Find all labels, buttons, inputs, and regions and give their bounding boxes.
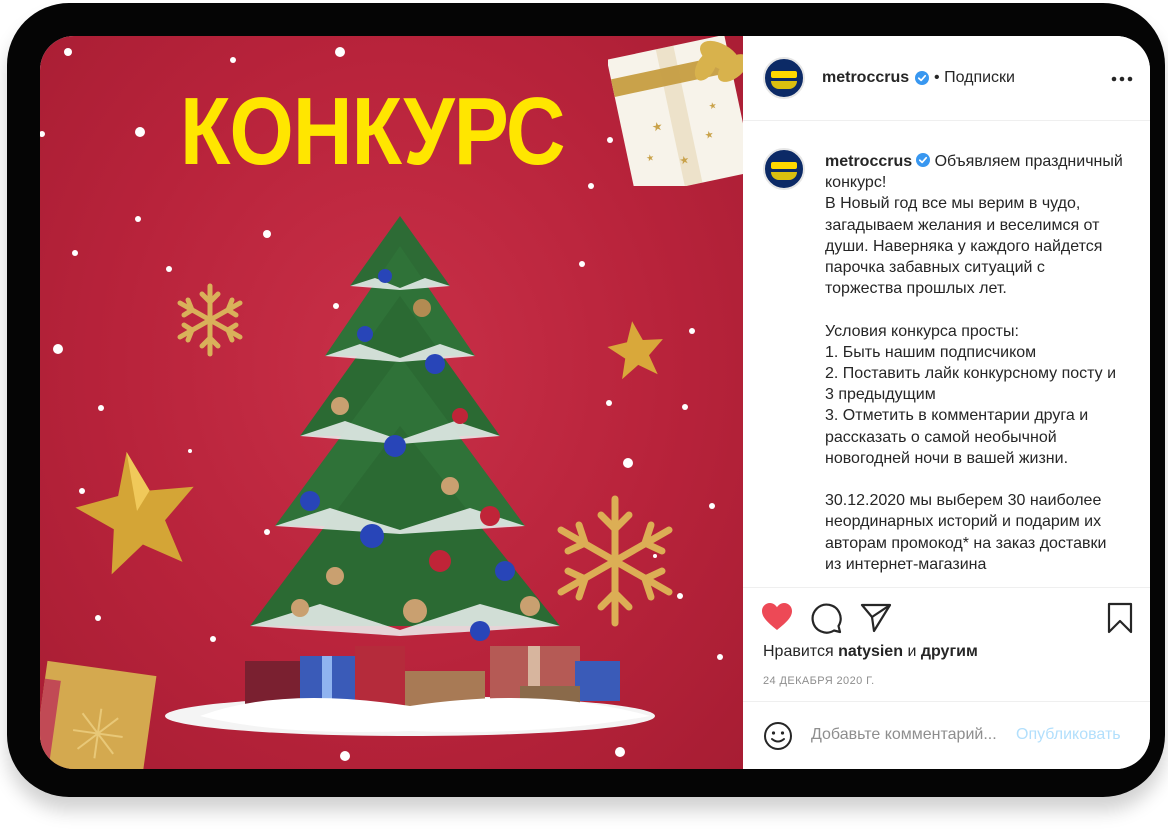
contest-headline: КОНКУРС bbox=[180, 78, 566, 185]
header-username[interactable]: metroccrus bbox=[822, 69, 909, 87]
caption-username[interactable]: metroccrus bbox=[825, 153, 912, 170]
logo-wave-icon bbox=[771, 172, 797, 180]
christmas-tree-illustration bbox=[165, 216, 655, 736]
likes-others[interactable]: другим bbox=[921, 643, 978, 660]
send-icon[interactable] bbox=[860, 602, 892, 634]
comment-icon[interactable] bbox=[810, 602, 842, 634]
smiley-icon[interactable] bbox=[763, 721, 793, 751]
verified-badge-icon bbox=[916, 153, 931, 167]
following-label: Подписки bbox=[944, 69, 1015, 86]
post-side-panel: metroccrus • Подписки metroccrus Объявля… bbox=[743, 36, 1150, 769]
comment-input[interactable]: Добавьте комментарий... bbox=[811, 726, 997, 744]
logo-wave-icon bbox=[771, 81, 797, 89]
gift-box-bottom-left bbox=[40, 660, 157, 769]
likes-prefix: Нравится bbox=[763, 643, 834, 660]
gift-box-top-right: ★★ ★★ ★ bbox=[608, 36, 743, 186]
follow-status[interactable]: • Подписки bbox=[934, 69, 1015, 87]
metro-logo-icon bbox=[771, 162, 797, 169]
more-horizontal-icon[interactable] bbox=[1111, 76, 1133, 82]
publish-button[interactable]: Опубликовать bbox=[1016, 726, 1121, 744]
post-header: metroccrus • Подписки bbox=[743, 36, 1150, 121]
caption-body: Объявляем праздничный конкурс! В Новый г… bbox=[825, 153, 1123, 573]
caption-area[interactable]: metroccrus Объявляем праздничный конкурс… bbox=[743, 122, 1150, 587]
metro-logo-icon bbox=[771, 71, 797, 78]
likes-user[interactable]: natysien bbox=[838, 643, 903, 660]
caption-text: metroccrus Объявляем праздничный конкурс… bbox=[825, 151, 1125, 575]
post-modal: ★ ★ ★ ★ ★ КОНКУРС metroccrus • Подписки … bbox=[40, 36, 1150, 769]
avatar[interactable] bbox=[763, 57, 805, 99]
action-bar: Нравится natysien и другим 24 ДЕКАБРЯ 20… bbox=[743, 587, 1150, 697]
likes-summary[interactable]: Нравится natysien и другим bbox=[763, 643, 978, 661]
post-image[interactable]: ★ ★ ★ ★ ★ КОНКУРС bbox=[40, 36, 743, 769]
bookmark-icon[interactable] bbox=[1107, 602, 1133, 634]
post-date[interactable]: 24 ДЕКАБРЯ 2020 Г. bbox=[763, 675, 875, 687]
device-frame: ★ ★ ★ ★ ★ КОНКУРС metroccrus • Подписки … bbox=[7, 3, 1165, 797]
heart-filled-icon[interactable] bbox=[761, 602, 793, 632]
likes-and: и bbox=[907, 643, 917, 660]
caption-avatar[interactable] bbox=[763, 148, 805, 190]
separator-dot: • bbox=[934, 69, 940, 86]
comment-bar: Добавьте комментарий... Опубликовать bbox=[743, 701, 1150, 769]
verified-badge-icon bbox=[915, 71, 929, 85]
